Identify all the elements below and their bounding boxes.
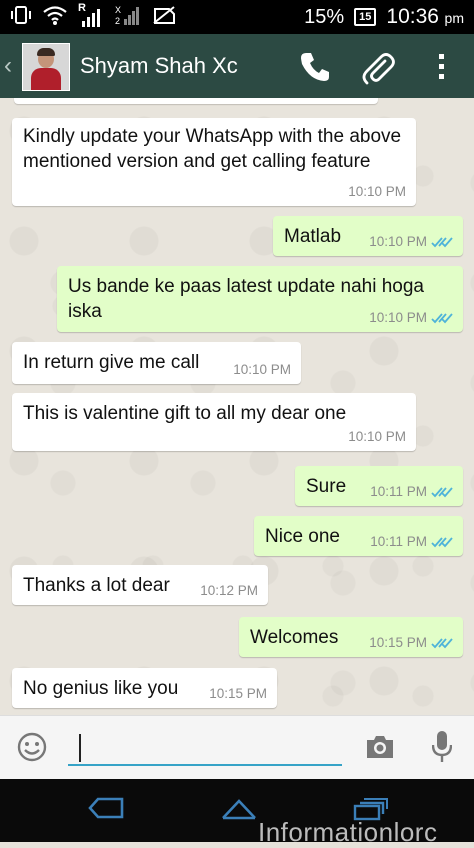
mic-icon[interactable] [431,730,453,764]
call-icon[interactable] [298,50,332,84]
message-time: 10:11 PM [370,534,427,549]
message-text: In return give me call [23,352,200,373]
message-time: 10:15 PM [209,686,267,701]
message-incoming[interactable]: This is valentine gift to all my dear on… [12,393,416,451]
svg-text:X: X [115,5,121,15]
no-sim-icon [152,5,178,30]
read-ticks-icon [431,487,453,498]
message-text: Welcomes [250,627,339,648]
message-time: 10:10 PM [369,234,427,249]
message-text: Matlab [284,226,342,247]
message-time: 10:12 PM [200,583,258,598]
message-time: 10:10 PM [233,362,291,377]
contact-name[interactable]: Shyam Shah Xc [80,53,238,79]
chat-messages[interactable]: Kindly update your WhatsApp with the abo… [0,98,474,715]
camera-icon[interactable] [364,733,396,761]
read-ticks-icon [431,537,453,548]
message-text: Thanks a lot dear [23,575,170,596]
emoji-icon[interactable] [16,731,48,763]
message-text: No genius like you [23,678,179,699]
signal-no-service-icon: X2 [114,4,142,31]
message-text: Sure [306,476,347,497]
message-time: 10:10 PM [348,429,406,444]
message-time: 10:10 PM [369,310,427,325]
watermark: Informationlorc [258,817,438,847]
composer-bar [0,715,474,780]
message-outgoing[interactable]: Nice one 10:11 PM [254,516,463,556]
chat-header: ‹ Shyam Shah Xc [0,34,474,98]
message-outgoing[interactable]: Welcomes 10:15 PM [239,617,463,657]
system-nav-bar: Informationlorc [0,779,474,847]
message-incoming[interactable]: No genius like you 10:15 PM [12,668,277,708]
clock: 10:36 [386,5,439,28]
message-outgoing[interactable]: Us bande ke paas latest update nahi hoga… [57,266,463,332]
message-incoming[interactable]: Thanks a lot dear 10:12 PM [12,565,268,605]
overflow-menu-icon[interactable] [432,50,452,84]
message-outgoing[interactable]: Matlab 10:10 PM [273,216,463,256]
battery-level: 15 [359,11,372,23]
read-ticks-icon [431,237,453,248]
battery-icon: 15 [354,8,377,26]
attach-icon[interactable] [360,50,395,85]
message-time: 10:11 PM [370,484,427,499]
status-bar: R X2 15% 15 10:36 pm [0,0,474,34]
message-text: This is valentine gift to all my dear on… [23,403,347,424]
back-chevron-icon[interactable]: ‹ [4,52,12,80]
message-incoming[interactable]: Kindly update your WhatsApp with the abo… [12,118,416,206]
message-text: Kindly update your WhatsApp with the abo… [23,126,402,172]
previous-message-partial [14,98,378,104]
wifi-icon [42,4,68,31]
message-text: Nice one [265,526,340,547]
message-time: 10:15 PM [369,635,427,650]
svg-text:2: 2 [115,16,120,26]
battery-percent: 15% [304,5,345,28]
signal-roaming-icon: R [78,2,104,28]
vibrate-icon [10,5,32,30]
read-ticks-icon [431,638,453,649]
message-outgoing[interactable]: Sure 10:11 PM [295,466,463,506]
nav-home-icon[interactable] [220,797,258,823]
message-incoming[interactable]: In return give me call 10:10 PM [12,342,301,384]
read-ticks-icon [431,313,453,324]
clock-ampm: pm [444,10,464,26]
nav-back-icon[interactable] [88,797,124,823]
text-caret [79,734,81,762]
message-time: 10:10 PM [348,184,406,199]
avatar[interactable] [22,43,70,91]
message-input[interactable] [68,728,342,766]
